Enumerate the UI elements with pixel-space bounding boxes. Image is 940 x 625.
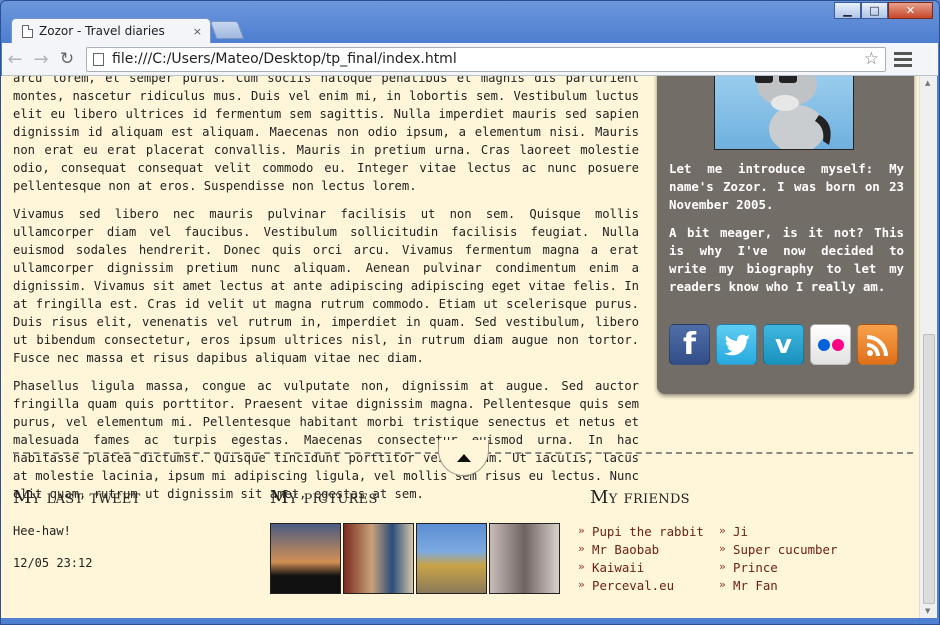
- picture-thumbnail[interactable]: [489, 523, 560, 594]
- friend-link[interactable]: Pupi the rabbit: [578, 522, 704, 541]
- close-window-button[interactable]: ✕: [888, 2, 933, 19]
- scroll-down-icon[interactable]: ▼: [925, 607, 930, 615]
- friends-list-right: Ji Super cucumber Prince Mr Fan: [719, 522, 837, 595]
- tweet-time: 12/05 23:12: [13, 556, 93, 570]
- friend-link[interactable]: Mr Fan: [719, 576, 837, 595]
- tweet-text: Hee-haw!: [13, 524, 71, 538]
- forward-arrow-icon[interactable]: →: [28, 49, 54, 70]
- tab-title: Zozor - Travel diaries: [39, 24, 165, 38]
- twitter-icon[interactable]: [716, 324, 757, 365]
- vertical-scrollbar[interactable]: ▲ ▼: [919, 76, 937, 618]
- picture-thumbnail[interactable]: [343, 523, 414, 594]
- bio-text: A bit meager, is it not? This is why I'v…: [669, 225, 904, 294]
- rss-icon[interactable]: [857, 324, 898, 365]
- friend-link[interactable]: Perceval.eu: [578, 576, 704, 595]
- picture-thumbnail[interactable]: [416, 523, 487, 594]
- picture-gallery: [270, 523, 560, 594]
- pictures-heading: My pictures: [270, 487, 378, 508]
- arrow-up-icon: [456, 453, 471, 462]
- url-text: file:///C:/Users/Mateo/Desktop/tp_final/…: [112, 51, 457, 67]
- scrollbar-thumb[interactable]: [923, 334, 935, 604]
- browser-tab[interactable]: Zozor - Travel diaries ×: [11, 18, 211, 43]
- donkey-illustration: [755, 76, 831, 149]
- new-tab-button[interactable]: [209, 21, 245, 39]
- back-arrow-icon[interactable]: ←: [2, 49, 28, 70]
- window-controls: ▁ □ ✕: [834, 2, 933, 19]
- scroll-up-icon[interactable]: ▲: [925, 79, 930, 87]
- facebook-icon[interactable]: f: [669, 324, 710, 365]
- zozor-portrait: [714, 76, 854, 150]
- picture-thumbnail[interactable]: [270, 523, 341, 594]
- bookmark-star-icon[interactable]: ☆: [864, 49, 879, 69]
- browser-toolbar: ← → ↻ file:///C:/Users/Mateo/Desktop/tp_…: [2, 43, 938, 76]
- tweet-heading: My last tweet: [13, 487, 141, 508]
- intro-text: Let me introduce myself: My name's Zozor…: [669, 161, 904, 212]
- vimeo-icon[interactable]: v: [763, 324, 804, 365]
- page-icon: [93, 52, 104, 66]
- minimize-button[interactable]: ▁: [834, 2, 861, 19]
- address-bar[interactable]: file:///C:/Users/Mateo/Desktop/tp_final/…: [86, 46, 886, 72]
- page-viewport: arcu lorem, et semper purus. Cum sociis …: [1, 76, 919, 618]
- friend-link[interactable]: Mr Baobab: [578, 540, 704, 559]
- friend-link[interactable]: Ji: [719, 522, 837, 541]
- tab-close-icon[interactable]: ×: [193, 25, 202, 38]
- article-paragraph: arcu lorem, et semper purus. Cum sociis …: [13, 76, 639, 193]
- maximize-button[interactable]: □: [861, 2, 888, 19]
- page-icon: [22, 24, 33, 38]
- reload-icon[interactable]: ↻: [54, 49, 80, 69]
- friend-link[interactable]: Prince: [719, 558, 837, 577]
- about-sidebar: Let me introduce myself: My name's Zozor…: [657, 76, 914, 394]
- friends-list-left: Pupi the rabbit Mr Baobab Kaiwaii Percev…: [578, 522, 704, 595]
- article-paragraph: Phasellus ligula massa, congue ac vulput…: [13, 379, 639, 501]
- friend-link[interactable]: Super cucumber: [719, 540, 837, 559]
- about-text: Let me introduce myself: My name's Zozor…: [669, 160, 904, 306]
- social-links: f v: [669, 324, 898, 365]
- article-paragraph: Vivamus sed libero nec mauris pulvinar f…: [13, 207, 639, 365]
- flickr-icon[interactable]: [810, 324, 851, 365]
- friend-link[interactable]: Kaiwaii: [578, 558, 704, 577]
- article-body: arcu lorem, et semper purus. Cum sociis …: [13, 76, 639, 513]
- friends-heading: My friends: [590, 487, 690, 508]
- menu-icon[interactable]: [894, 51, 912, 67]
